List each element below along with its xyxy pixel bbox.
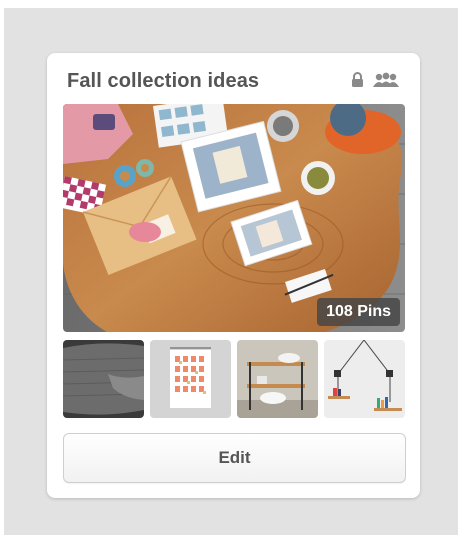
- board-thumbnails: [63, 340, 405, 418]
- board-title[interactable]: Fall collection ideas: [67, 70, 259, 93]
- pins-count-badge: 108 Pins: [317, 298, 400, 326]
- edit-board-button[interactable]: Edit: [63, 433, 406, 483]
- board-status-icons: [351, 72, 400, 93]
- thumbnail-gray-blanket[interactable]: [63, 340, 144, 418]
- edit-button-label: Edit: [218, 448, 251, 467]
- collaborators-icon: [372, 72, 400, 93]
- thumbnail-shelf-with-bowls[interactable]: [237, 340, 318, 418]
- thumbnail-pattern-print-poster[interactable]: [150, 340, 231, 418]
- board-card[interactable]: Fall collection ideas 108 Pins Edit: [47, 53, 420, 498]
- board-cover-image[interactable]: 108 Pins: [63, 104, 405, 332]
- lock-icon: [351, 72, 364, 92]
- thumbnail-hanging-rope-shelves[interactable]: [324, 340, 405, 418]
